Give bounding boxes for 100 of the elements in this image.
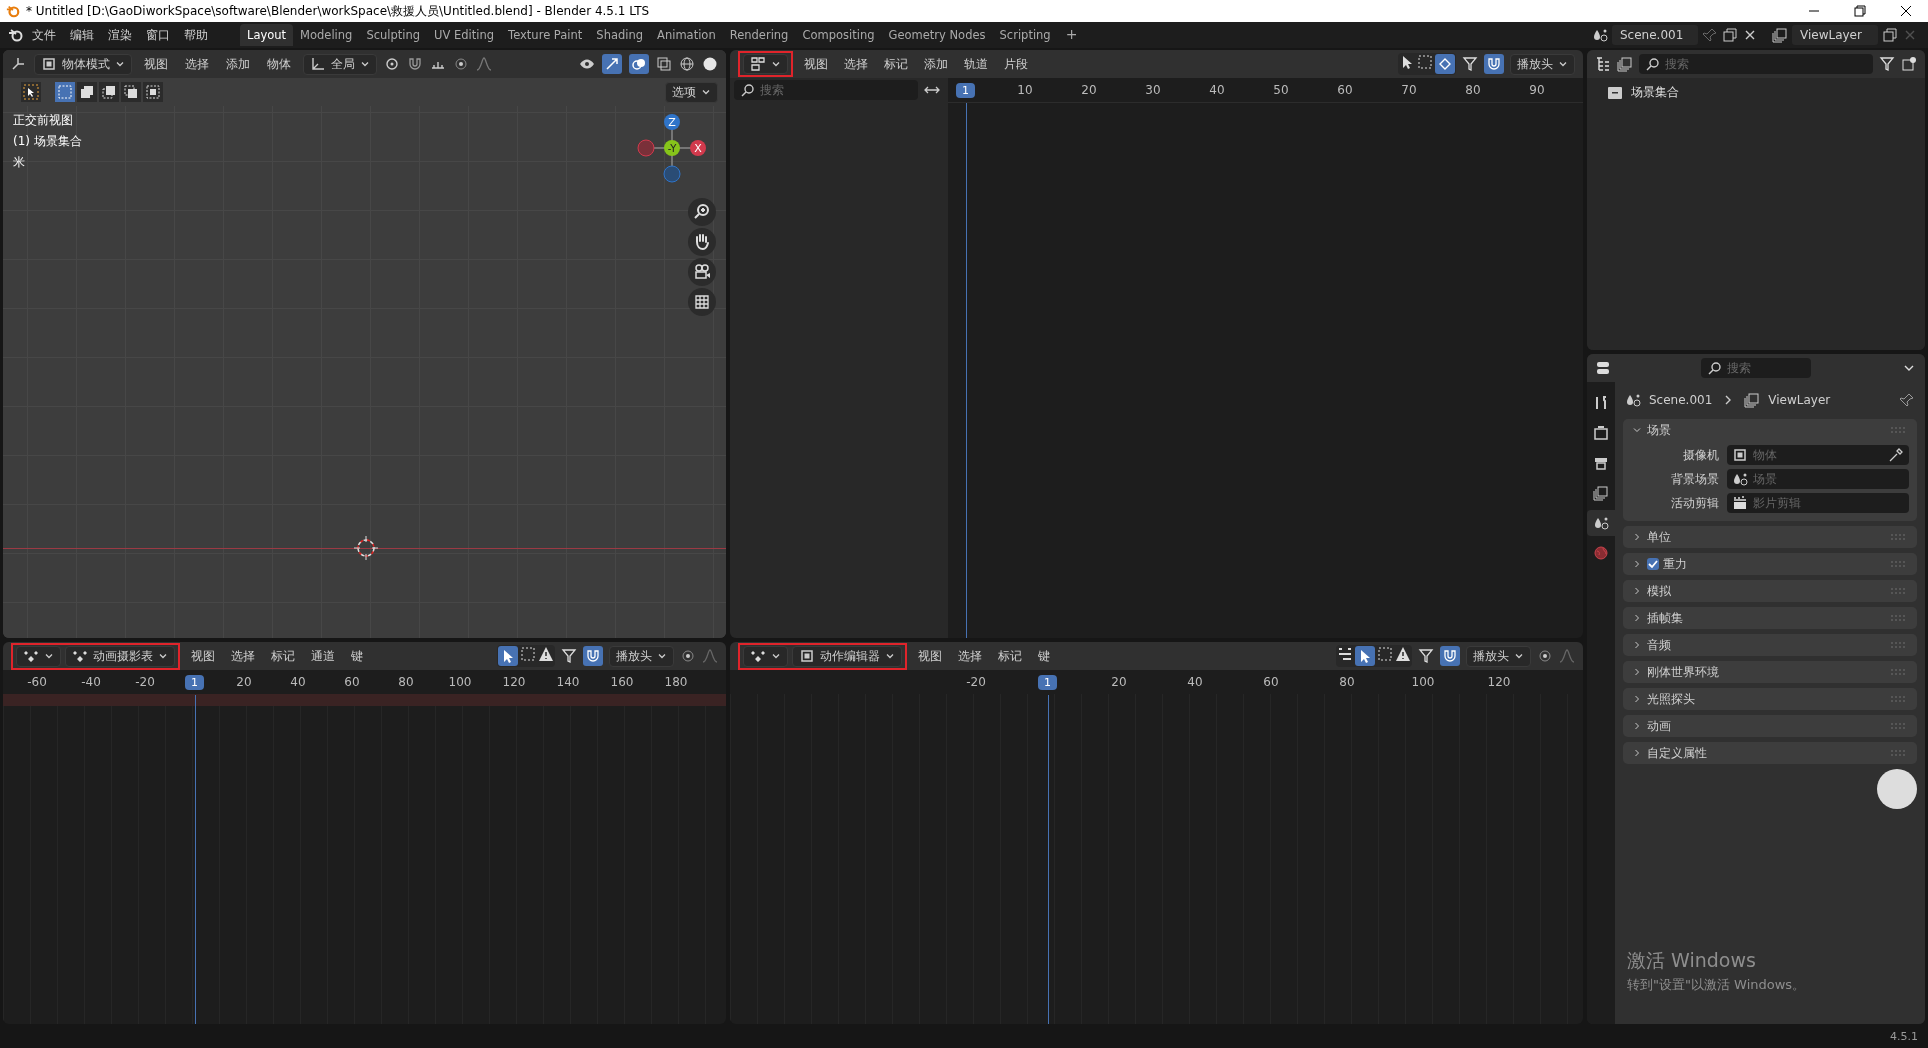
workspace-tab[interactable]: Shading <box>589 24 651 46</box>
keyframe-icon[interactable] <box>1435 54 1455 74</box>
image-stack-icon[interactable] <box>1617 56 1633 72</box>
editor-type-dropdown[interactable] <box>743 54 788 74</box>
extend-mode-icon[interactable] <box>77 82 97 102</box>
magnet-icon[interactable] <box>1484 54 1504 74</box>
warning-icon[interactable] <box>1395 646 1411 662</box>
pin-icon[interactable] <box>1702 27 1718 43</box>
workspace-tab[interactable]: Compositing <box>795 24 882 46</box>
grid-icon[interactable] <box>688 288 716 316</box>
menu-item[interactable]: 视图 <box>186 644 220 668</box>
mode-dropdown[interactable]: 物体模式 <box>34 53 132 75</box>
workspace-tab[interactable]: Geometry Nodes <box>881 24 993 46</box>
drag-handle-icon[interactable] <box>1891 427 1905 433</box>
box-select-icon[interactable] <box>1417 54 1433 70</box>
properties-tab[interactable] <box>1587 510 1615 536</box>
menu-item[interactable]: 键 <box>1033 644 1055 668</box>
menu-item[interactable]: 添加 <box>221 52 255 76</box>
pointer-icon[interactable] <box>498 646 518 666</box>
panel-title[interactable]: 单位 <box>1647 528 1671 546</box>
orientation-dropdown[interactable]: 全局 <box>303 53 377 75</box>
display-mode-icon[interactable] <box>1595 56 1611 72</box>
menu-item[interactable]: 轨道 <box>959 52 993 76</box>
drag-handle-icon[interactable] <box>1891 669 1905 675</box>
menu-item[interactable]: 标记 <box>879 52 913 76</box>
playhead-dropdown[interactable]: 播放头 <box>609 645 674 667</box>
workspace-tab[interactable]: Texture Paint <box>501 24 590 46</box>
panel-title[interactable]: 自定义属性 <box>1647 744 1707 762</box>
editor-type-dropdown[interactable] <box>16 645 61 667</box>
panel-title[interactable]: 插帧集 <box>1647 609 1683 627</box>
editor-type-dropdown[interactable] <box>743 645 788 667</box>
menu-item[interactable]: 物体 <box>262 52 296 76</box>
menu-item[interactable]: 视图 <box>913 644 947 668</box>
gizmo-toggle-icon[interactable] <box>602 54 622 74</box>
workspace-tab[interactable]: Animation <box>650 24 723 46</box>
solid-sphere-icon[interactable] <box>702 56 718 72</box>
copy-icon[interactable] <box>1722 27 1738 43</box>
filter-icon[interactable] <box>561 648 577 664</box>
pivot-icon[interactable] <box>384 56 400 72</box>
workspace-tab[interactable]: Layout <box>240 24 294 46</box>
pin-icon[interactable] <box>1899 392 1915 408</box>
panel-title[interactable]: 光照探头 <box>1647 690 1695 708</box>
workspace-tab[interactable]: UV Editing <box>427 24 502 46</box>
drag-handle-icon[interactable] <box>1891 561 1905 567</box>
workspace-tab[interactable]: Sculpting <box>359 24 428 46</box>
filter-icon[interactable] <box>1879 56 1895 72</box>
proportional-icon[interactable] <box>453 56 469 72</box>
image-stack-icon[interactable] <box>1772 27 1788 43</box>
camera-icon[interactable] <box>688 258 716 286</box>
panel-title[interactable]: 重力 <box>1663 555 1687 573</box>
search-field[interactable]: 搜索 <box>1701 358 1811 378</box>
view-layer-name-field[interactable]: ViewLayer <box>1792 25 1878 45</box>
box-select-icon[interactable] <box>520 646 536 662</box>
menu-item[interactable]: 添加 <box>919 52 953 76</box>
menu-item[interactable]: 片段 <box>999 52 1033 76</box>
drag-handle-icon[interactable] <box>1891 588 1905 594</box>
proportional-icon[interactable] <box>680 648 696 664</box>
xray-icon[interactable] <box>656 56 672 72</box>
overlay-toggle-icon[interactable] <box>629 54 649 74</box>
panel-title[interactable]: 音频 <box>1647 636 1671 654</box>
drag-handle-icon[interactable] <box>1891 696 1905 702</box>
close-icon[interactable] <box>1900 5 1912 17</box>
proportional-icon[interactable] <box>1537 648 1553 664</box>
box-select-icon[interactable] <box>1377 646 1393 662</box>
warning-icon[interactable] <box>538 646 554 662</box>
filter-icon[interactable] <box>1418 648 1434 664</box>
scene-name-field[interactable]: Scene.001 <box>1612 25 1698 45</box>
outliner-item[interactable]: 场景集合 <box>1631 84 1679 101</box>
zoom-icon[interactable] <box>688 198 716 226</box>
workspace-tab[interactable]: Scripting <box>992 24 1058 46</box>
magnet-icon[interactable] <box>1440 646 1460 666</box>
menu-item[interactable]: 通道 <box>306 644 340 668</box>
blender-logo-icon[interactable] <box>8 27 24 43</box>
scene-icon[interactable] <box>1592 27 1608 43</box>
3d-cursor-icon[interactable] <box>354 536 378 560</box>
menu-item[interactable]: 文件 <box>26 23 62 47</box>
menu-item[interactable]: 选择 <box>180 52 214 76</box>
panel-title[interactable]: 动画 <box>1647 717 1671 735</box>
add-workspace-button[interactable]: + <box>1057 24 1086 46</box>
drag-handle-icon[interactable] <box>1891 615 1905 621</box>
current-frame-badge[interactable]: 1 <box>1038 674 1057 690</box>
drag-handle-icon[interactable] <box>1891 723 1905 729</box>
drag-handle-icon[interactable] <box>1891 534 1905 540</box>
current-frame-badge[interactable]: 1 <box>956 82 975 98</box>
menu-item[interactable]: 选择 <box>839 52 873 76</box>
menu-item[interactable]: 选择 <box>953 644 987 668</box>
menu-item[interactable]: 标记 <box>266 644 300 668</box>
panel-title[interactable]: 场景 <box>1647 421 1671 439</box>
menu-item[interactable]: 标记 <box>993 644 1027 668</box>
mode-dropdown[interactable]: 动画摄影表 <box>65 645 175 667</box>
invert-mode-icon[interactable] <box>121 82 141 102</box>
restore-icon[interactable] <box>1854 5 1866 17</box>
menu-item[interactable]: 视图 <box>799 52 833 76</box>
hand-icon[interactable] <box>688 228 716 256</box>
copy-icon[interactable] <box>1882 27 1898 43</box>
editor-type-icon[interactable] <box>1595 360 1611 376</box>
workspace-tab[interactable]: Modeling <box>293 24 360 46</box>
magnet-icon[interactable] <box>407 56 423 72</box>
search-field[interactable]: 搜索 <box>1639 54 1873 74</box>
wireframe-sphere-icon[interactable] <box>679 56 695 72</box>
